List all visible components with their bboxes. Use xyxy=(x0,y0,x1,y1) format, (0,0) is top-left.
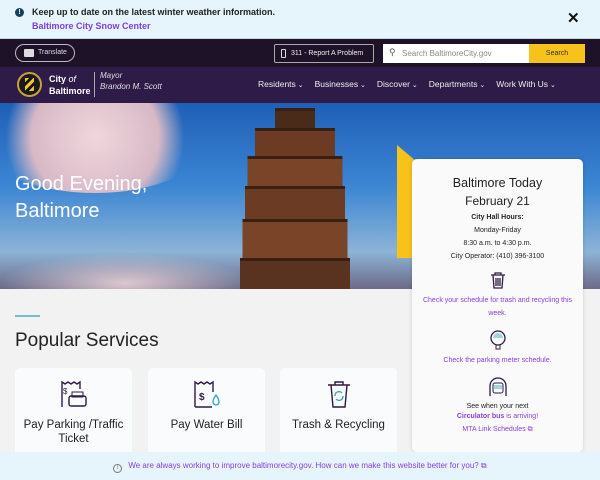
bus-line: Circulator bus is arriving! xyxy=(412,410,583,423)
report-problem-button[interactable]: 311 - Report A Problem xyxy=(274,44,374,63)
water-bill-icon: $ xyxy=(193,380,220,408)
hours-label: City Hall Hours: xyxy=(471,214,524,221)
alert-message: Keep up to date on the latest winter wea… xyxy=(32,7,276,17)
report-label: 311 - Report A Problem xyxy=(291,50,364,57)
svg-text:$: $ xyxy=(63,387,68,396)
mayor-name[interactable]: Brandon M. Scott xyxy=(100,82,162,91)
alert-banner: ! Keep up to date on the latest winter w… xyxy=(0,0,600,39)
info-icon: ! xyxy=(15,8,24,17)
nav-businesses[interactable]: Businesses xyxy=(315,79,366,89)
card-title: Baltimore Today xyxy=(452,176,543,190)
blossom-decoration xyxy=(0,253,250,289)
search-button[interactable]: Search xyxy=(529,44,585,63)
pagoda-image xyxy=(240,108,350,289)
logo-text[interactable]: City of xyxy=(49,74,76,84)
nav-discover[interactable]: Discover xyxy=(377,79,418,89)
mayor-title: Mayor xyxy=(100,71,123,80)
search-icon: ⚲ xyxy=(389,47,396,57)
nav-residents[interactable]: Residents xyxy=(258,79,304,89)
bus-suffix: is arriving! xyxy=(504,413,539,420)
service-trash-recycling[interactable]: Trash & Recycling xyxy=(280,368,397,458)
service-pay-water-bill[interactable]: $ Pay Water Bill xyxy=(148,368,265,458)
greeting-heading: Good Evening, Baltimore xyxy=(15,173,148,222)
search-input[interactable]: ⚲ Search BaltimoreCity.gov xyxy=(383,44,529,63)
feedback-banner: i We are always working to improve baltim… xyxy=(0,452,600,480)
nav-work-with-us[interactable]: Work With Us xyxy=(496,79,556,89)
section-accent xyxy=(15,315,40,317)
parking-ticket-icon: $ xyxy=(60,380,87,407)
translate-icon xyxy=(24,49,34,57)
nav-departments[interactable]: Departments xyxy=(429,79,485,89)
parking-meter-icon xyxy=(489,330,506,350)
city-seal-logo[interactable] xyxy=(17,72,42,97)
bus-icon xyxy=(488,377,507,396)
bus-text: See when your next xyxy=(466,403,529,410)
service-label: Pay Parking /Traffic Ticket xyxy=(23,419,124,445)
logo-text-baltimore[interactable]: Baltimore xyxy=(49,86,91,96)
translate-button[interactable]: Translate xyxy=(15,44,75,62)
hours-days: Monday-Friday xyxy=(474,227,521,234)
feedback-link[interactable]: We are always working to improve baltimo… xyxy=(128,461,486,470)
mta-schedules-link[interactable]: MTA Link Schedules ⧉ xyxy=(412,423,583,436)
utility-bar: Translate 311 - Report A Problem ⚲ Search… xyxy=(0,39,600,67)
card-date: February 21 xyxy=(465,194,530,208)
search-placeholder: Search BaltimoreCity.gov xyxy=(402,49,492,58)
service-pay-parking[interactable]: $ Pay Parking /Traffic Ticket xyxy=(15,368,132,458)
translate-label: Translate xyxy=(38,49,67,56)
parking-meter-link[interactable]: Check the parking meter schedule. xyxy=(412,354,583,367)
trash-icon xyxy=(490,272,505,289)
hours-time: 8:30 a.m. to 4:30 p.m. xyxy=(463,240,532,247)
info-icon: i xyxy=(113,464,123,473)
city-operator: City Operator: (410) 396-3100 xyxy=(450,253,545,260)
divider xyxy=(94,72,95,97)
service-label: Pay Water Bill xyxy=(170,419,243,431)
svg-text:$: $ xyxy=(199,392,205,403)
phone-icon xyxy=(281,49,286,58)
service-label: Trash & Recycling xyxy=(292,419,385,431)
recycling-bin-icon xyxy=(327,381,350,408)
trash-schedule-link[interactable]: Check your schedule for trash and recycl… xyxy=(412,294,583,320)
main-nav: City of Baltimore Mayor Brandon M. Scott… xyxy=(0,67,600,103)
circulator-link[interactable]: Circulator bus xyxy=(457,413,504,420)
close-icon[interactable]: ✕ xyxy=(567,9,580,27)
baltimore-today-card: Baltimore Today February 21 City Hall Ho… xyxy=(412,159,583,452)
popular-services-heading: Popular Services xyxy=(15,330,159,351)
snow-center-link[interactable]: Baltimore City Snow Center xyxy=(32,21,151,31)
